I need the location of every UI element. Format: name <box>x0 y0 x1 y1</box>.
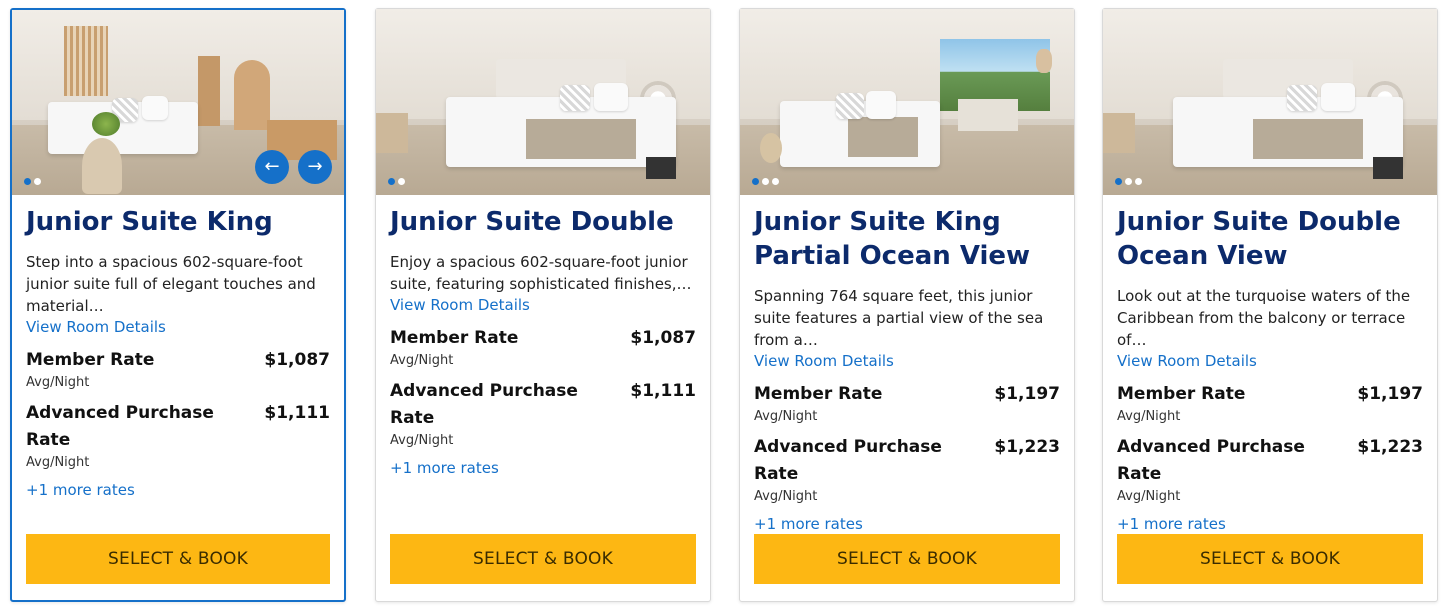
rate-per-night: Avg/Night <box>1117 409 1181 424</box>
select-book-button[interactable]: SELECT & BOOK <box>1117 534 1423 584</box>
rate-per-night: Avg/Night <box>754 489 818 504</box>
rate-price: $1,197 <box>994 384 1060 404</box>
carousel-dot[interactable] <box>388 178 395 185</box>
carousel-dot[interactable] <box>34 178 41 185</box>
more-rates-link[interactable]: +1 more rates <box>754 514 1060 534</box>
room-title: Junior Suite Double <box>390 207 674 237</box>
carousel-dot[interactable] <box>24 178 31 185</box>
view-room-details-link[interactable]: View Room Details <box>390 295 696 315</box>
rate-name: Advanced Purchase Rate <box>26 403 214 450</box>
select-book-button[interactable]: SELECT & BOOK <box>754 534 1060 584</box>
view-room-details-link[interactable]: View Room Details <box>754 351 1060 371</box>
rate-row: Advanced Purchase Rate $1,223 <box>1117 434 1423 488</box>
rate-name: Member Rate <box>1117 384 1246 404</box>
rate-price: $1,111 <box>630 381 696 401</box>
room-photo[interactable] <box>1103 9 1437 195</box>
carousel-dot[interactable] <box>762 178 769 185</box>
rate-price: $1,087 <box>630 328 696 348</box>
rate-name: Member Rate <box>26 350 155 370</box>
room-card[interactable]: Junior Suite Double Ocean View Look out … <box>1102 8 1438 602</box>
rate-price: $1,087 <box>264 350 330 370</box>
view-room-details-link[interactable]: View Room Details <box>1117 351 1423 371</box>
room-card[interactable]: Junior Suite King Partial Ocean View Spa… <box>739 8 1075 602</box>
rate-per-night: Avg/Night <box>390 353 454 368</box>
room-photo[interactable] <box>740 9 1074 195</box>
rate-price: $1,197 <box>1357 384 1423 404</box>
rate-row: Member Rate $1,087 <box>390 325 696 352</box>
room-description: Look out at the turquoise waters of the … <box>1117 287 1411 349</box>
rate-row: Advanced Purchase Rate $1,111 <box>390 378 696 432</box>
room-description: Step into a spacious 602-square-foot jun… <box>26 253 316 315</box>
rate-row: Advanced Purchase Rate $1,223 <box>754 434 1060 488</box>
carousel-dot[interactable] <box>1115 178 1122 185</box>
carousel-indicator[interactable] <box>1115 178 1142 185</box>
select-book-button[interactable]: SELECT & BOOK <box>26 534 330 584</box>
carousel-dot[interactable] <box>398 178 405 185</box>
carousel-dot[interactable] <box>1135 178 1142 185</box>
carousel-indicator[interactable] <box>388 178 405 185</box>
rate-per-night: Avg/Night <box>754 409 818 424</box>
rate-per-night: Avg/Night <box>390 433 454 448</box>
room-description: Spanning 764 square feet, this junior su… <box>754 287 1044 349</box>
rate-price: $1,111 <box>264 403 330 423</box>
more-rates-link[interactable]: +1 more rates <box>26 480 330 500</box>
carousel-dot[interactable] <box>1125 178 1132 185</box>
arrow-left-icon[interactable]: ← <box>255 150 289 184</box>
more-rates-link[interactable]: +1 more rates <box>1117 514 1423 534</box>
rate-row: Member Rate $1,197 <box>754 381 1060 408</box>
carousel-indicator[interactable] <box>752 178 779 185</box>
rate-row: Member Rate $1,197 <box>1117 381 1423 408</box>
rate-price: $1,223 <box>1357 437 1423 457</box>
view-room-details-link[interactable]: View Room Details <box>26 317 330 337</box>
rate-price: $1,223 <box>994 437 1060 457</box>
room-photo[interactable] <box>376 9 710 195</box>
select-book-button[interactable]: SELECT & BOOK <box>390 534 696 584</box>
room-card[interactable]: ← → Junior Suite King Step into a spacio… <box>10 8 346 602</box>
room-description: Enjoy a spacious 602-square-foot junior … <box>390 253 692 293</box>
carousel-dot[interactable] <box>752 178 759 185</box>
rate-name: Member Rate <box>754 384 883 404</box>
rate-name: Advanced Purchase Rate <box>390 381 578 428</box>
rate-name: Advanced Purchase Rate <box>1117 437 1305 484</box>
rate-per-night: Avg/Night <box>26 455 90 470</box>
rate-row: Member Rate $1,087 <box>26 347 330 374</box>
rate-row: Advanced Purchase Rate $1,111 <box>26 400 330 454</box>
arrow-right-icon[interactable]: → <box>298 150 332 184</box>
more-rates-link[interactable]: +1 more rates <box>390 458 696 478</box>
carousel-indicator[interactable] <box>24 178 41 185</box>
rate-name: Advanced Purchase Rate <box>754 437 942 484</box>
rate-per-night: Avg/Night <box>26 375 90 390</box>
room-title: Junior Suite King Partial Ocean View <box>754 207 1031 271</box>
room-title: Junior Suite King <box>26 207 273 237</box>
rate-per-night: Avg/Night <box>1117 489 1181 504</box>
carousel-dot[interactable] <box>772 178 779 185</box>
rate-name: Member Rate <box>390 328 519 348</box>
room-photo[interactable]: ← → <box>12 10 344 195</box>
room-card[interactable]: Junior Suite Double Enjoy a spacious 602… <box>375 8 711 602</box>
room-title: Junior Suite Double Ocean View <box>1117 207 1401 271</box>
